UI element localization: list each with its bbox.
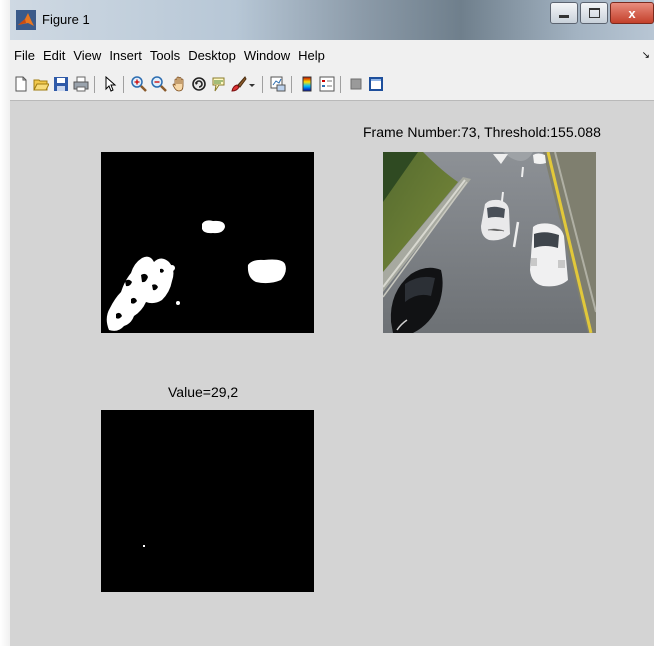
edit-plot-arrow-icon[interactable] [102, 76, 118, 92]
minimize-button[interactable] [550, 2, 578, 24]
pan-hand-icon[interactable] [171, 76, 187, 92]
matlab-logo-icon [16, 10, 36, 30]
binary-mask-image[interactable] [101, 152, 314, 333]
rotate-3d-icon[interactable] [191, 76, 207, 92]
zoom-out-icon[interactable] [151, 76, 167, 92]
value-mask-image[interactable] [101, 410, 314, 592]
traffic-frame-image[interactable] [383, 152, 596, 333]
close-icon: x [628, 5, 636, 21]
hide-plot-tools-icon[interactable] [348, 76, 364, 92]
title-bar[interactable]: Figure 1 x [10, 0, 654, 40]
save-icon[interactable] [53, 76, 69, 92]
link-plot-icon[interactable] [270, 76, 286, 92]
menu-bar: File Edit View Insert Tools Desktop Wind… [10, 40, 654, 68]
data-cursor-icon[interactable] [211, 76, 227, 92]
menu-view[interactable]: View [72, 48, 102, 63]
menu-desktop[interactable]: Desktop [187, 48, 237, 63]
axes-title-value-mask: Value=29,2 [168, 384, 239, 400]
menu-window[interactable]: Window [243, 48, 291, 63]
open-file-icon[interactable] [33, 76, 49, 92]
figure-toolbar [10, 68, 654, 101]
legend-icon[interactable] [319, 76, 335, 92]
maximize-button[interactable] [580, 2, 608, 24]
show-plot-tools-icon[interactable] [368, 76, 384, 92]
brush-dropdown-icon[interactable] [248, 76, 256, 92]
menu-insert[interactable]: Insert [108, 48, 143, 63]
colorbar-icon[interactable] [299, 76, 315, 92]
print-icon[interactable] [73, 76, 89, 92]
close-button[interactable]: x [610, 2, 654, 24]
desktop-edge [0, 0, 10, 646]
toolbar-separator [262, 76, 263, 93]
window-title: Figure 1 [42, 12, 90, 27]
toolbar-separator [94, 76, 95, 93]
toolbar-separator [123, 76, 124, 93]
dock-arrow-icon[interactable]: ↘ [642, 50, 650, 61]
menu-help[interactable]: Help [297, 48, 326, 63]
new-figure-icon[interactable] [13, 76, 29, 92]
minimize-icon [559, 14, 569, 18]
maximize-icon [588, 8, 600, 18]
toolbar-separator [291, 76, 292, 93]
figure-window: Figure 1 x File Edit View Insert Tools D… [10, 0, 654, 646]
menu-tools[interactable]: Tools [149, 48, 181, 63]
brush-icon[interactable] [231, 76, 247, 92]
menu-file[interactable]: File [13, 48, 36, 63]
zoom-in-icon[interactable] [131, 76, 147, 92]
toolbar-separator [340, 76, 341, 93]
axes-title-traffic-frame: Frame Number:73, Threshold:155.088 [363, 124, 601, 140]
menu-edit[interactable]: Edit [42, 48, 66, 63]
